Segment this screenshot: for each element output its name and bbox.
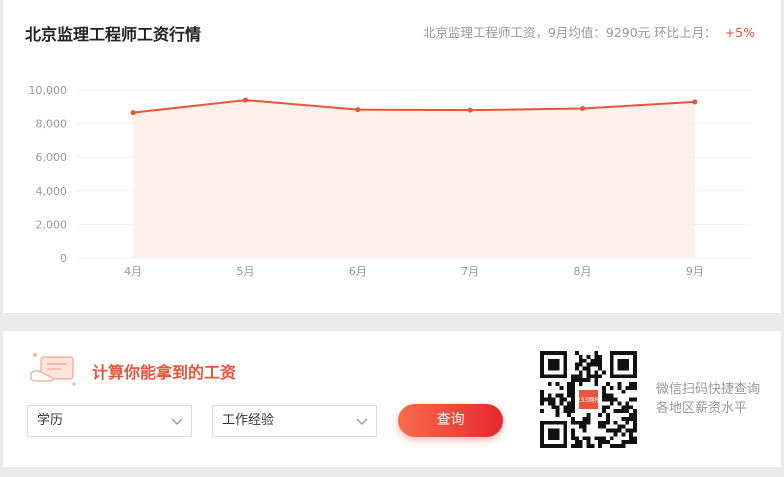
query-button[interactable]: 查询: [398, 404, 503, 437]
calculator-title: 计算你能拿到的工资: [92, 363, 237, 382]
data-point: [355, 107, 361, 113]
qr-logo-text: 233网校: [576, 396, 600, 404]
salary-trend-card: 北京监理工程师工资行情 北京监理工程师工资，9月均值：9290元 环比上月： +5…: [3, 0, 781, 313]
y-tick-label: 10,000: [29, 84, 68, 97]
experience-select[interactable]: 工作经验: [212, 405, 377, 437]
y-tick-label: 6,000: [36, 151, 68, 164]
salary-line-chart: 0 2,000 4,000 6,000 8,000 10,000 4月 5月 6月 7月 8月 9月: [29, 84, 751, 278]
data-point: [467, 107, 473, 113]
wechat-qr-code: 233网校: [540, 351, 637, 448]
x-tick-label: 6月: [349, 265, 367, 278]
y-tick-label: 2,000: [36, 218, 68, 231]
education-select-value: 学历: [37, 413, 64, 428]
x-tick-label: 7月: [461, 265, 479, 278]
x-tick-label: 9月: [686, 265, 704, 278]
calculator-hand-icon: [30, 353, 76, 386]
x-tick-label: 5月: [237, 265, 255, 278]
data-point: [580, 105, 585, 111]
data-point: [692, 99, 698, 105]
data-point: [243, 97, 248, 103]
qr-caption-line1: 微信扫码快捷查询: [656, 382, 761, 397]
y-tick-label: 4,000: [36, 185, 68, 198]
qr-caption-line2: 各地区薪资水平: [656, 401, 748, 416]
x-tick-label: 8月: [574, 265, 592, 278]
qr-caption: 微信扫码快捷查询 各地区薪资水平: [656, 380, 766, 418]
y-tick-label: 0: [60, 252, 67, 265]
series-area: [133, 100, 695, 258]
data-point: [130, 110, 136, 116]
y-tick-label: 8,000: [36, 118, 68, 131]
experience-select-value: 工作经验: [222, 413, 275, 428]
salary-calculator-card: 计算你能拿到的工资 学历 工作经验 查询 233网校 微信扫码快捷查询 各地区薪…: [3, 331, 781, 467]
education-select[interactable]: 学历: [27, 405, 192, 437]
chevron-down-icon: [356, 418, 368, 425]
x-tick-label: 4月: [124, 265, 142, 278]
chevron-down-icon: [171, 418, 183, 425]
